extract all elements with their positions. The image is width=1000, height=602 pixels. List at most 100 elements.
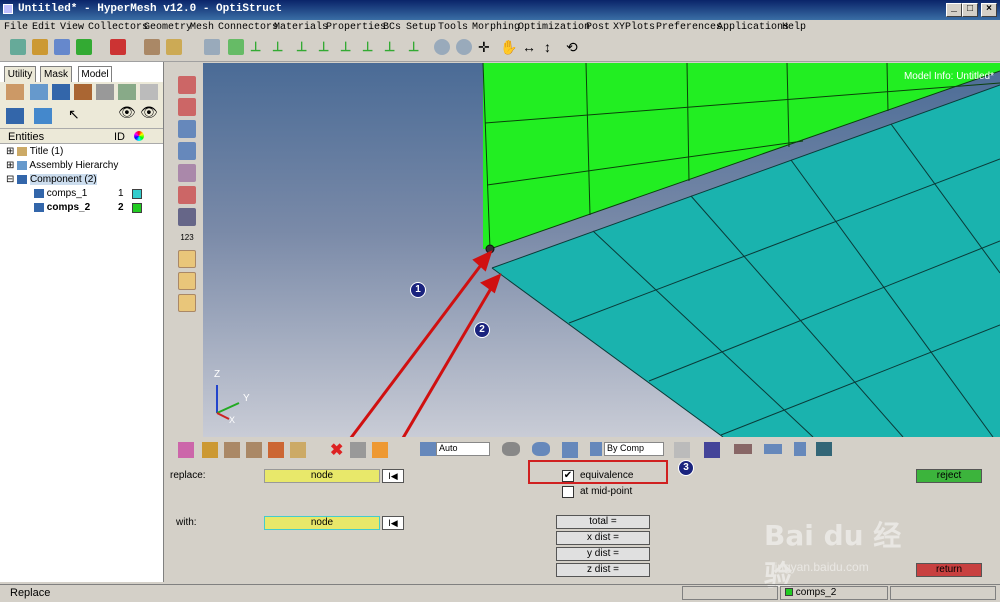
tab-model[interactable]: Model bbox=[78, 66, 112, 82]
menu-post[interactable]: Post bbox=[586, 22, 610, 33]
tree-row-assembly[interactable]: ⊞ Assembly Hierarchy bbox=[6, 160, 118, 171]
numbering-icon[interactable]: 123 bbox=[178, 230, 196, 248]
minimize-button[interactable]: _ bbox=[946, 3, 962, 17]
vis-6-icon[interactable] bbox=[290, 442, 306, 458]
vtool-3-icon[interactable] bbox=[178, 120, 196, 138]
open-model-icon[interactable] bbox=[10, 39, 26, 55]
delete-model-icon[interactable] bbox=[110, 39, 126, 55]
vis-11-icon[interactable] bbox=[794, 442, 806, 456]
arrows-horizontal-icon[interactable]: ↔ bbox=[522, 39, 538, 55]
save-icon[interactable] bbox=[54, 39, 70, 55]
menu-materials[interactable]: Materials bbox=[274, 22, 328, 33]
view-iso6-icon[interactable]: ⊥ bbox=[362, 39, 378, 55]
menu-connectors[interactable]: Connectors bbox=[218, 22, 278, 33]
vtool-2-icon[interactable] bbox=[178, 98, 196, 116]
vtool-6-icon[interactable] bbox=[178, 186, 196, 204]
arrow-left-icon[interactable] bbox=[228, 39, 244, 55]
monitor-icon[interactable] bbox=[816, 442, 832, 456]
collector-icon[interactable] bbox=[74, 84, 92, 100]
with-reset-button[interactable]: I◀ bbox=[382, 516, 404, 530]
view-iso2-icon[interactable]: ⊥ bbox=[272, 39, 288, 55]
menu-help[interactable]: Help bbox=[782, 22, 806, 33]
vis-9-icon[interactable] bbox=[502, 442, 520, 456]
menu-view[interactable]: View bbox=[60, 22, 84, 33]
ydist-button[interactable]: y dist = bbox=[556, 547, 650, 561]
assembly-icon[interactable] bbox=[30, 84, 48, 100]
with-node-selector[interactable]: node bbox=[264, 516, 380, 530]
rotate-icon[interactable]: ⟲ bbox=[566, 39, 582, 55]
zdist-button[interactable]: z dist = bbox=[556, 563, 650, 577]
eye-show-icon[interactable]: 👁 bbox=[118, 104, 136, 121]
settings-icon[interactable] bbox=[118, 84, 136, 100]
vtool-1-icon[interactable] bbox=[178, 76, 196, 94]
delete-icon[interactable]: ✖ bbox=[330, 440, 343, 460]
solid-icon[interactable] bbox=[6, 108, 24, 124]
menu-optimization[interactable]: Optimization bbox=[518, 22, 590, 33]
replace-reset-button[interactable]: I◀ bbox=[382, 469, 404, 483]
vis-10-icon[interactable] bbox=[532, 442, 550, 456]
frame-icon[interactable] bbox=[178, 294, 196, 312]
maximize-button[interactable]: □ bbox=[962, 3, 978, 17]
vis-3-icon[interactable] bbox=[224, 442, 240, 458]
color-wheel-icon[interactable] bbox=[134, 131, 144, 141]
component-icon[interactable] bbox=[52, 84, 70, 100]
menu-setup[interactable]: Setup bbox=[406, 22, 436, 33]
solid-cube-icon[interactable] bbox=[704, 442, 720, 458]
tab-mask[interactable]: Mask bbox=[40, 66, 72, 82]
view-iso8-icon[interactable]: ⊥ bbox=[408, 39, 424, 55]
crosshair-icon[interactable]: ✛ bbox=[478, 39, 494, 55]
zoom-out-icon[interactable] bbox=[456, 39, 472, 55]
midpoint-checkbox[interactable] bbox=[562, 486, 574, 498]
layer-icon[interactable] bbox=[34, 108, 52, 124]
bycomp-select[interactable]: By Comp bbox=[604, 442, 664, 456]
tree-row-component[interactable]: ⊟ Component (2) bbox=[6, 174, 97, 185]
menu-collectors[interactable]: Collectors bbox=[88, 22, 148, 33]
menu-edit[interactable]: Edit bbox=[32, 22, 56, 33]
folder-icon[interactable] bbox=[166, 39, 182, 55]
return-button[interactable]: return bbox=[916, 563, 982, 577]
vtool-5-icon[interactable] bbox=[178, 164, 196, 182]
vis-1-icon[interactable] bbox=[178, 442, 194, 458]
menu-xyplots[interactable]: XYPlots bbox=[613, 22, 655, 33]
filter-icon[interactable] bbox=[96, 84, 114, 100]
tree-row-comps2[interactable]: comps_2 2 bbox=[34, 202, 156, 213]
vis-7-icon[interactable] bbox=[350, 442, 366, 458]
menu-applications[interactable]: Applications bbox=[717, 22, 789, 33]
eye-one-icon[interactable]: 👁 bbox=[140, 104, 158, 121]
tab-utility[interactable]: Utility bbox=[4, 66, 36, 82]
total-distance-button[interactable]: total = bbox=[556, 515, 650, 529]
menu-preferences[interactable]: Preferences bbox=[656, 22, 722, 33]
wireframe-icon[interactable] bbox=[674, 442, 690, 458]
auto-select[interactable]: Auto bbox=[436, 442, 490, 456]
menu-mesh[interactable]: Mesh bbox=[190, 22, 214, 33]
cursor-icon[interactable]: ↖ bbox=[68, 106, 80, 123]
tree-row-comps1[interactable]: comps_1 1 bbox=[34, 188, 156, 199]
menu-bcs[interactable]: BCs bbox=[383, 22, 401, 33]
expand-icon[interactable] bbox=[140, 84, 158, 100]
user-profile-icon[interactable] bbox=[144, 39, 160, 55]
arrows-vertical-icon[interactable]: ↕ bbox=[544, 39, 560, 55]
view-iso1-icon[interactable]: ⊥ bbox=[250, 39, 266, 55]
cube-icon[interactable] bbox=[562, 442, 578, 458]
vis-5-icon[interactable] bbox=[268, 442, 284, 458]
plane-blue-icon[interactable] bbox=[764, 444, 782, 454]
menu-file[interactable]: File bbox=[4, 22, 28, 33]
view-iso4-icon[interactable]: ⊥ bbox=[318, 39, 334, 55]
abc-icon[interactable] bbox=[178, 250, 196, 268]
zoom-icon[interactable] bbox=[204, 39, 220, 55]
view-iso5-icon[interactable]: ⊥ bbox=[340, 39, 356, 55]
import-icon[interactable] bbox=[32, 39, 48, 55]
vis-4-icon[interactable] bbox=[246, 442, 262, 458]
pan-hand-icon[interactable]: ✋ bbox=[500, 39, 517, 55]
view-iso7-icon[interactable]: ⊥ bbox=[384, 39, 400, 55]
menu-morphing[interactable]: Morphing bbox=[472, 22, 520, 33]
binoculars-icon[interactable] bbox=[178, 208, 196, 226]
menu-properties[interactable]: Properties bbox=[326, 22, 386, 33]
menu-geometry[interactable]: Geometry bbox=[144, 22, 192, 33]
tree-row-title[interactable]: ⊞ Title (1) bbox=[6, 146, 63, 157]
color-swatch-comps2[interactable] bbox=[132, 203, 142, 213]
export-icon[interactable] bbox=[76, 39, 92, 55]
reject-button[interactable]: reject bbox=[916, 469, 982, 483]
view-iso3-icon[interactable]: ⊥ bbox=[296, 39, 312, 55]
plane-icon[interactable] bbox=[734, 444, 752, 454]
